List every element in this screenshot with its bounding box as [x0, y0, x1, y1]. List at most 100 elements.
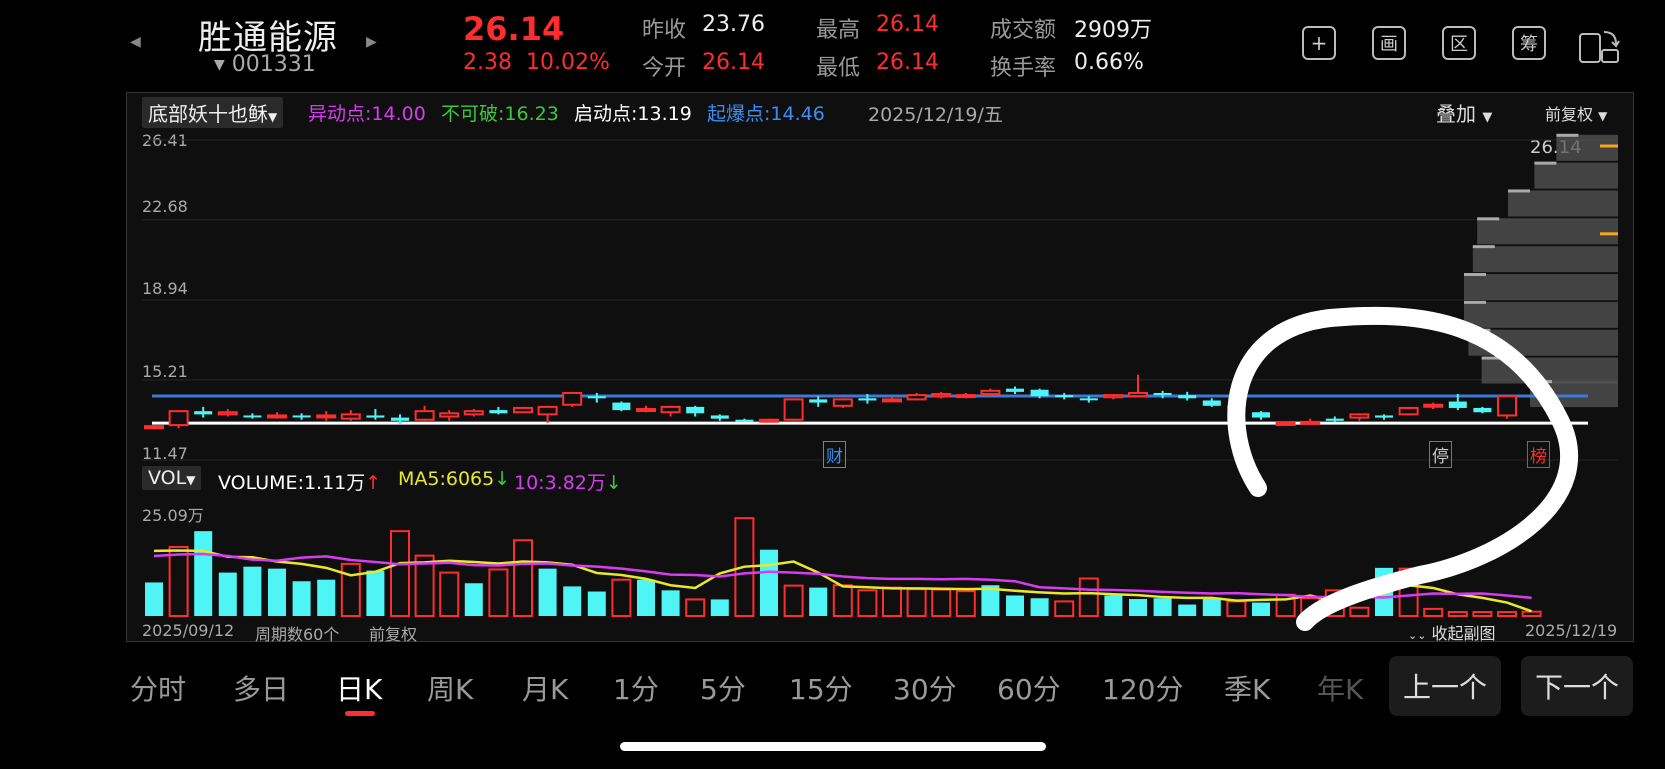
volume-bar: [955, 590, 976, 617]
candle-body: [1055, 395, 1074, 398]
volume-bar: [882, 586, 902, 617]
chip-cap: [1477, 217, 1500, 221]
candle-body: [587, 396, 606, 399]
volume-bar: [1129, 599, 1147, 616]
volume-bar: [1447, 611, 1468, 617]
marker-cai[interactable]: 财: [823, 441, 846, 468]
volume-bar: [1252, 602, 1270, 616]
volume-bar: [1349, 606, 1370, 617]
period-tab[interactable]: 多日: [233, 668, 289, 708]
period-tab[interactable]: 60分: [997, 668, 1061, 708]
chip-bar: [1556, 134, 1618, 161]
volume-bar: [1078, 577, 1099, 618]
kline-chart[interactable]: [0, 0, 1665, 769]
chip-cap: [1534, 161, 1557, 165]
period-tab[interactable]: 分时: [130, 668, 186, 708]
period-tab[interactable]: 1分: [613, 668, 659, 708]
volume-bar: [857, 589, 878, 618]
volume-bar: [1104, 595, 1123, 616]
volume-bar: [317, 579, 336, 616]
volume-bar: [783, 584, 804, 617]
candle-body: [906, 394, 927, 401]
volume-bar: [832, 584, 853, 617]
period-count: 周期数60个: [255, 625, 340, 644]
candle-body: [414, 410, 435, 421]
volume-bar: [1472, 611, 1493, 617]
volume-bar: [1423, 607, 1444, 618]
candle-body: [217, 411, 238, 416]
chip-cap: [1556, 133, 1579, 137]
volume-bar: [292, 581, 311, 616]
volume-bar: [218, 572, 237, 616]
candle-body: [809, 399, 828, 403]
volume-bar: [1178, 604, 1197, 616]
candle-body: [463, 410, 484, 416]
candle-body: [882, 398, 902, 403]
period-tab[interactable]: 30分: [893, 668, 957, 708]
period-tab[interactable]: 120分: [1102, 668, 1183, 708]
candle-body: [955, 394, 976, 399]
candle-body: [980, 389, 1001, 396]
period-tab[interactable]: 季K: [1224, 668, 1270, 708]
volume-bar: [563, 586, 582, 616]
period-tab[interactable]: 年K: [1317, 668, 1363, 708]
candle-body: [1349, 413, 1370, 419]
volume-bar: [145, 582, 163, 616]
chip-bar: [1481, 357, 1618, 384]
candle-body: [735, 419, 754, 422]
active-tab-indicator: [345, 711, 375, 716]
volume-bar: [268, 568, 286, 616]
period-tab[interactable]: 5分: [700, 668, 746, 708]
volume-bar: [390, 530, 410, 617]
chip-cap: [1472, 245, 1495, 249]
candle-body: [1325, 418, 1344, 421]
candle-body: [1252, 412, 1270, 418]
period-tab[interactable]: 日K: [336, 668, 382, 708]
chip-cap: [1464, 300, 1486, 304]
period-tab[interactable]: 月K: [522, 668, 568, 708]
volume-bar: [1497, 611, 1517, 617]
volume-bar: [637, 579, 655, 616]
candle-body: [316, 414, 337, 419]
collapse-subchart-button[interactable]: ⌄⌄ 收起副图: [1408, 620, 1496, 644]
footer-adjust: 前复权: [369, 625, 418, 644]
candle-body: [1030, 389, 1049, 397]
next-stock-button[interactable]: 下一个: [1521, 656, 1633, 716]
candle-body: [759, 418, 779, 423]
home-indicator[interactable]: [620, 742, 1046, 751]
candle-body: [168, 410, 189, 427]
candle-body: [1497, 395, 1517, 417]
candle-body: [686, 406, 705, 414]
volume-bar: [1030, 598, 1049, 616]
volume-bar: [1153, 598, 1172, 616]
candle-body: [1375, 415, 1393, 418]
volume-bar: [587, 591, 606, 616]
candle-body: [243, 415, 262, 418]
volume-bar: [931, 588, 952, 617]
candle-body: [340, 413, 361, 420]
candle-body: [1079, 398, 1098, 401]
candle-body: [366, 415, 385, 418]
collapse-label: 收起副图: [1431, 624, 1496, 643]
chip-avg-mark: [1600, 232, 1618, 236]
volume-bar: [809, 587, 828, 616]
chip-cap: [1508, 189, 1530, 193]
candle-body: [1398, 406, 1419, 416]
period-tab[interactable]: 周K: [427, 668, 473, 708]
period-tab[interactable]: 15分: [789, 668, 853, 708]
candle-body: [636, 408, 656, 413]
candle-body: [267, 414, 287, 419]
prev-stock-button[interactable]: 上一个: [1389, 656, 1501, 716]
marker-ting[interactable]: 停: [1429, 441, 1452, 468]
chip-bar: [1472, 246, 1618, 273]
volume-bar: [243, 566, 262, 616]
candle-body: [783, 398, 804, 421]
volume-bar: [488, 568, 509, 618]
volume-bar: [366, 570, 385, 616]
candle-body: [1473, 407, 1492, 413]
chip-bar: [1464, 301, 1618, 328]
volume-bar: [464, 583, 483, 616]
marker-bang[interactable]: 榜: [1527, 441, 1550, 468]
volume-bar: [168, 545, 189, 618]
candle-body: [1178, 395, 1197, 399]
